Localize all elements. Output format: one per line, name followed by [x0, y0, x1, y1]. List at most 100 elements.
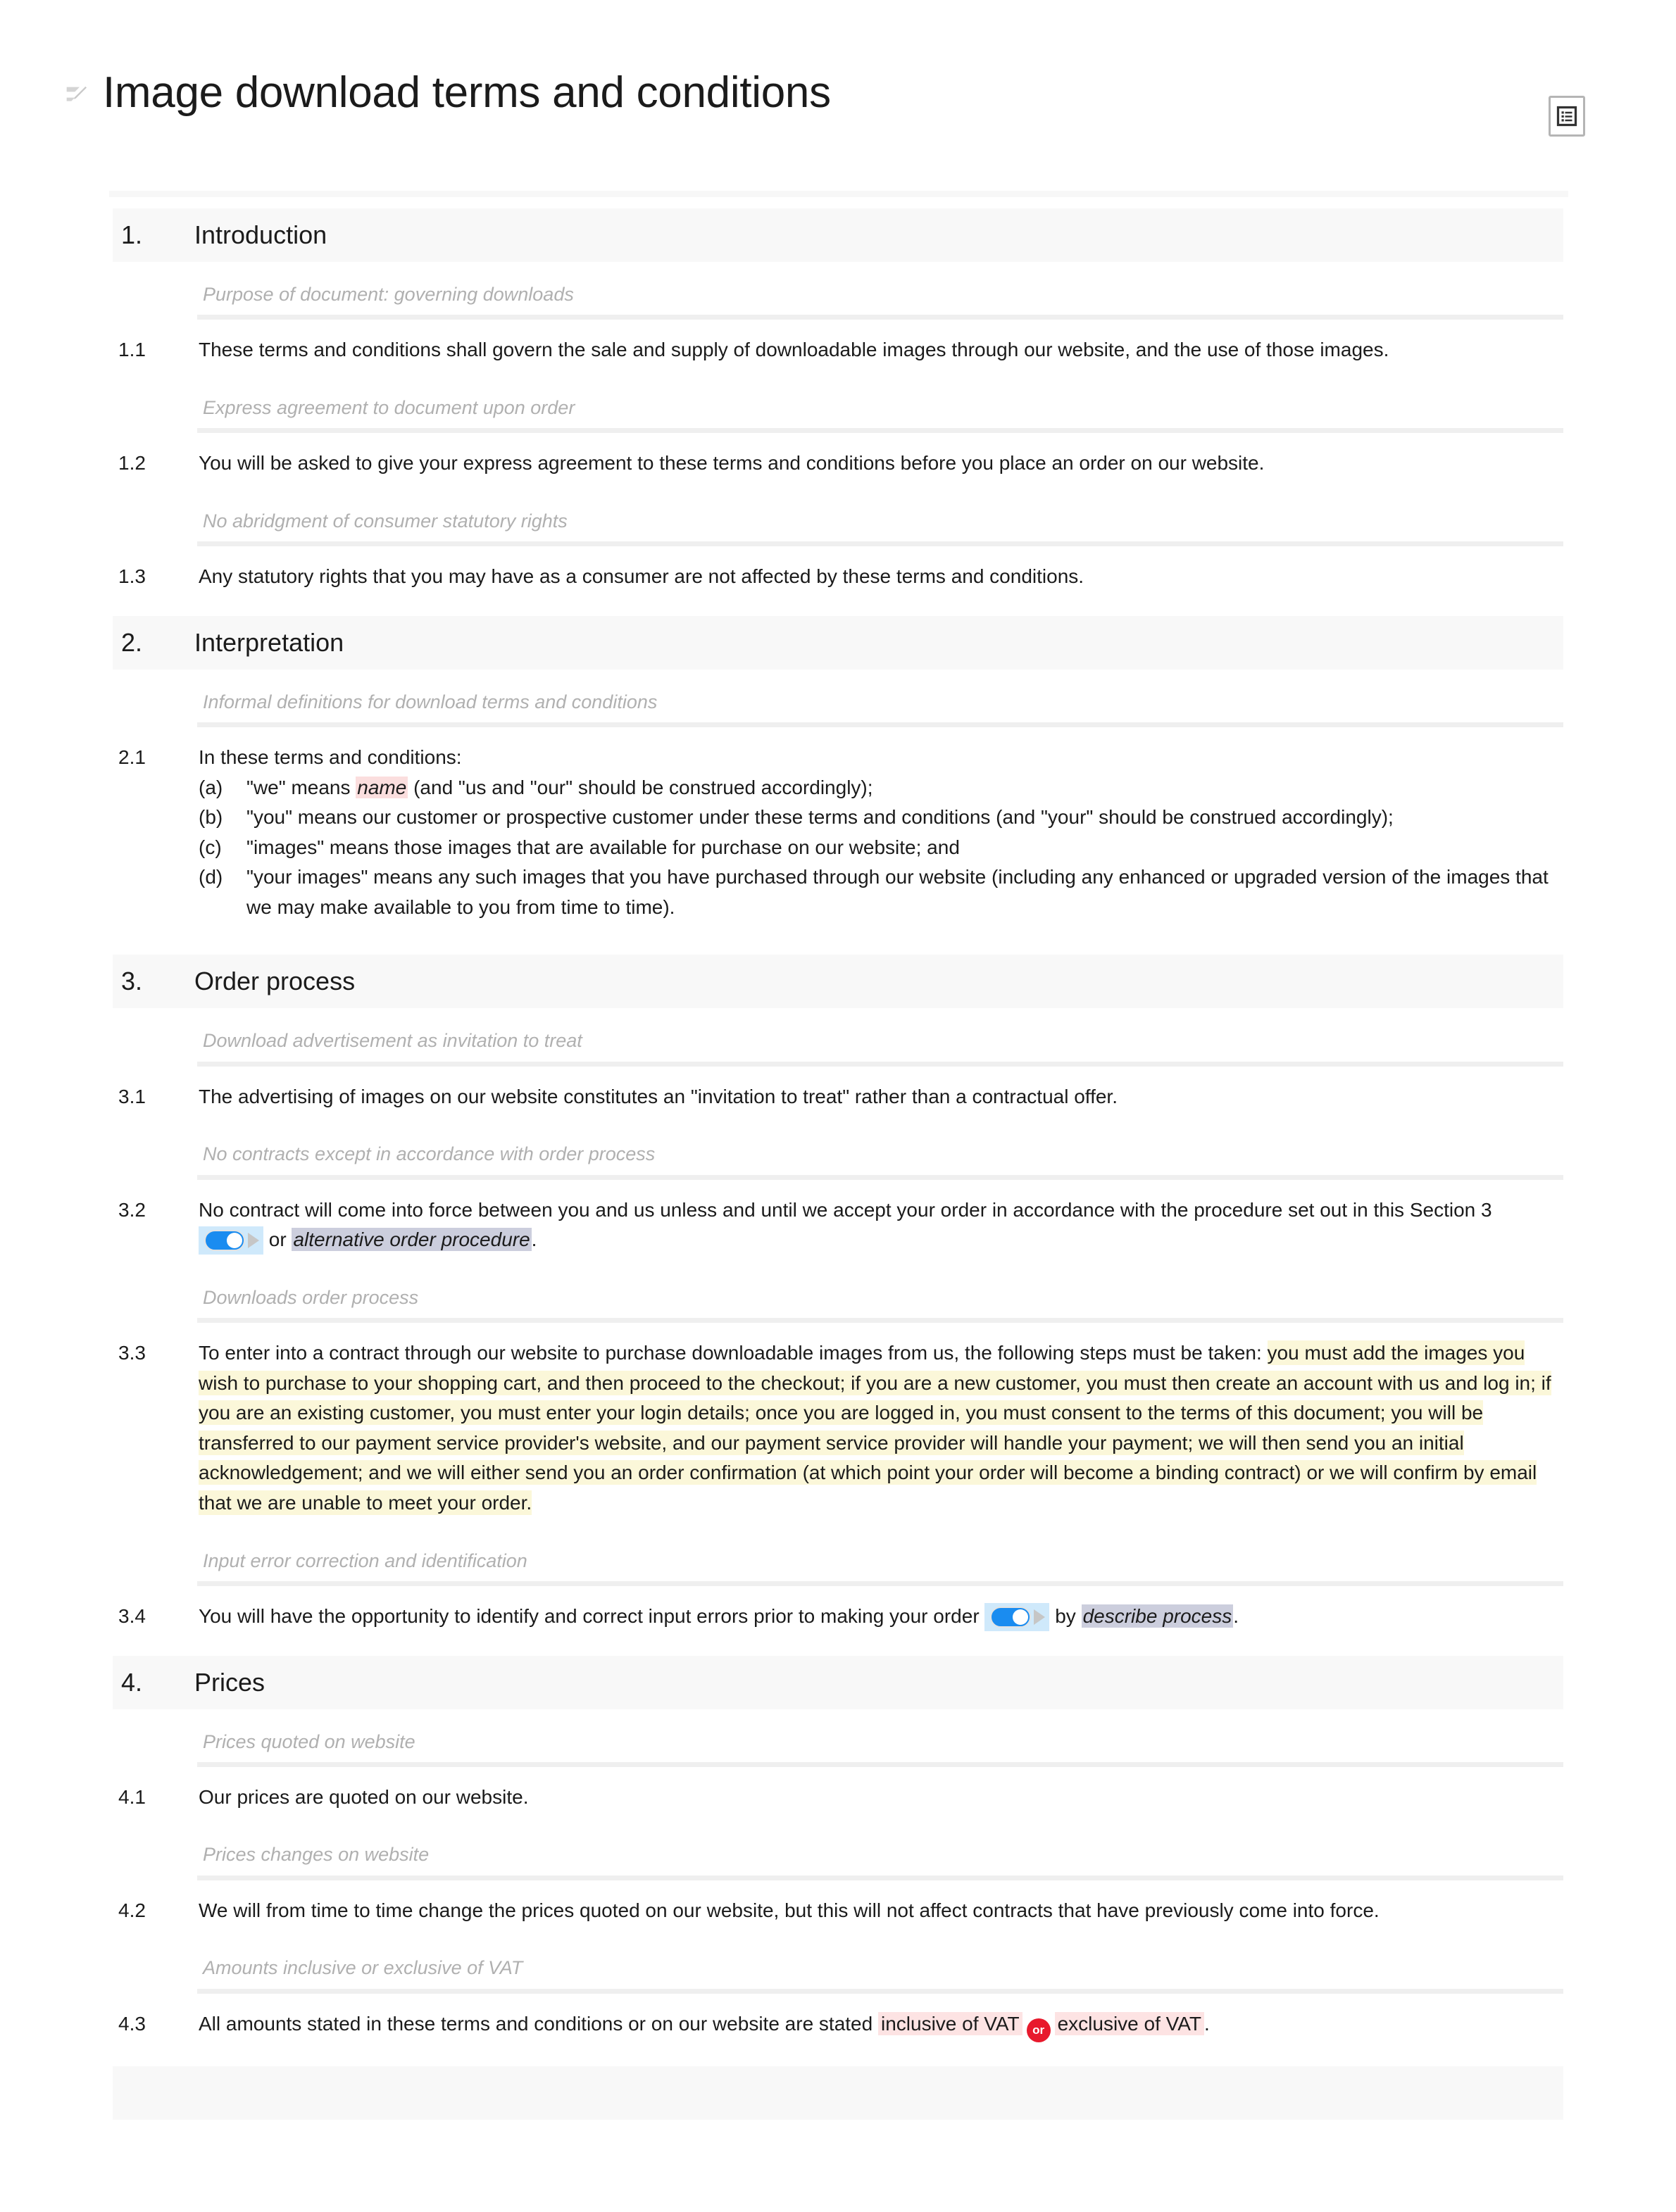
clause-number: 4.3 [118, 2012, 146, 2035]
section-title: Order process [194, 967, 356, 996]
section-title: Prices [194, 1667, 265, 1697]
clause-number: 2.1 [118, 746, 146, 769]
clause-number: 3.1 [118, 1085, 146, 1107]
clause-divider [197, 1174, 1563, 1180]
clause-1-2: 1.2 You will be asked to give your expre… [113, 433, 1563, 479]
toggle-knob [1013, 1609, 1029, 1625]
clause-guidance: No abridgment of consumer statutory righ… [203, 510, 568, 532]
list-item: (b) "you" means our customer or prospect… [199, 803, 1558, 833]
clause-text: You will have the opportunity to identif… [199, 1602, 1558, 1632]
definition-prefix: "we" means [246, 776, 356, 798]
clause-text: To enter into a contract through our web… [199, 1338, 1558, 1518]
clause-number: 3.3 [118, 1342, 146, 1364]
clause-divider [197, 1875, 1563, 1880]
clause-prefix: All amounts stated in these terms and co… [199, 2012, 878, 2035]
clause-number: 3.2 [118, 1198, 146, 1221]
section-header-introduction: 1. Introduction [113, 208, 1563, 262]
clause-2-1: 2.1 In these terms and conditions: (a) "… [113, 727, 1563, 922]
list-letter: (c) [199, 836, 222, 858]
section-header-interpretation: 2. Interpretation [113, 615, 1563, 670]
list-item: (c) "images" means those images that are… [199, 833, 1558, 863]
clause-3-1: 3.1 The advertising of images on our web… [113, 1067, 1563, 1112]
input-error-toggle[interactable] [984, 1602, 1050, 1631]
definition-you: "you" means our customer or prospective … [246, 806, 1394, 829]
clause-number: 3.4 [118, 1604, 146, 1627]
clause-guidance: Input error correction and identificatio… [203, 1550, 527, 1571]
section-header-next-partial [113, 2066, 1563, 2120]
clause-guidance: Purpose of document: governing downloads [203, 284, 574, 305]
alternative-order-procedure-field[interactable]: alternative order procedure [292, 1228, 532, 1252]
or-badge[interactable]: or [1026, 2018, 1051, 2042]
toggle-knob [227, 1233, 242, 1249]
clause-3-4: 3.4 You will have the opportunity to ide… [113, 1586, 1563, 1632]
clause-divider [197, 428, 1563, 434]
clause-suffix: . [1203, 2012, 1210, 2035]
clause-1-3: 1.3 Any statutory rights that you may ha… [113, 546, 1563, 592]
toggle-switch-on[interactable] [990, 1606, 1032, 1628]
clause-divider [197, 722, 1563, 728]
clause-text: These terms and conditions shall govern … [199, 339, 1389, 361]
section-title: Introduction [194, 220, 327, 249]
section-number: 4. [121, 1667, 143, 1697]
toggle-switch-on[interactable] [204, 1230, 245, 1252]
clause-3-2: 3.2 No contract will come into force bet… [113, 1180, 1563, 1255]
clause-number: 4.2 [118, 1899, 146, 1921]
order-procedure-toggle[interactable] [199, 1226, 263, 1255]
section-title: Interpretation [194, 627, 344, 657]
clause-guidance: Downloads order process [203, 1286, 419, 1308]
clause-divider [197, 1761, 1563, 1767]
page-title: Image download terms and conditions [103, 68, 831, 118]
clause-lead: To enter into a contract through our web… [199, 1342, 1262, 1364]
clause-number: 1.1 [118, 339, 146, 361]
clause-4-1: 4.1 Our prices are quoted on our website… [113, 1767, 1563, 1813]
definitions-list: (a) "we" means name (and "us and "our" s… [199, 773, 1558, 923]
clause-guidance: Prices quoted on website [203, 1730, 415, 1752]
clause-divider [197, 1318, 1563, 1324]
definition-suffix: (and "us and "our" should be construed a… [408, 776, 873, 798]
clause-number: 1.2 [118, 452, 146, 475]
pencil-edit-icon[interactable] [62, 82, 90, 111]
clause-guidance: Amounts inclusive or exclusive of VAT [203, 1957, 523, 1979]
clause-1-1: 1.1 These terms and conditions shall gov… [113, 320, 1563, 365]
clause-suffix: . [1233, 1604, 1239, 1627]
describe-process-field[interactable]: describe process [1081, 1604, 1234, 1628]
clause-divider [197, 1581, 1563, 1586]
clause-lead: In these terms and conditions: [199, 746, 462, 769]
title-divider [109, 191, 1568, 197]
clause-number: 4.1 [118, 1785, 146, 1808]
chevron-right-icon[interactable] [248, 1233, 259, 1249]
clause-conjunction: or [263, 1228, 292, 1251]
clause-prefix: No contract will come into force between… [199, 1198, 1492, 1221]
clause-text: Any statutory rights that you may have a… [199, 565, 1084, 588]
clause-text: Our prices are quoted on our website. [199, 1785, 529, 1808]
clause-conjunction: by [1049, 1604, 1082, 1627]
definition-images: "images" means those images that are ava… [246, 836, 960, 858]
clause-guidance: No contracts except in accordance with o… [203, 1143, 656, 1165]
order-steps-highlight[interactable]: you must add the images you wish to purc… [199, 1340, 1551, 1516]
section-header-order-process: 3. Order process [113, 955, 1563, 1009]
clause-text: The advertising of images on our website… [199, 1085, 1118, 1107]
clause-text: In these terms and conditions: (a) "we" … [199, 743, 1558, 922]
vat-option-inclusive[interactable]: inclusive of VAT [877, 2011, 1023, 2035]
definition-your-images: "your images" means any such images that… [246, 866, 1549, 918]
vat-option-exclusive[interactable]: exclusive of VAT [1054, 2011, 1204, 2035]
clause-4-3: 4.3 All amounts stated in these terms an… [113, 1994, 1563, 2042]
clause-text: All amounts stated in these terms and co… [199, 2009, 1558, 2042]
clause-4-2: 4.2 We will from time to time change the… [113, 1880, 1563, 1926]
clause-text: No contract will come into force between… [199, 1195, 1558, 1255]
clause-guidance: Prices changes on website [203, 1844, 430, 1866]
clause-guidance: Informal definitions for download terms … [203, 691, 658, 712]
section-number: 2. [121, 627, 143, 657]
clause-number: 1.3 [118, 565, 146, 588]
clause-divider [197, 315, 1563, 320]
clause-suffix: . [531, 1228, 537, 1251]
variable-name-field[interactable]: name [356, 776, 408, 798]
chevron-right-icon[interactable] [1034, 1609, 1046, 1625]
section-header-prices: 4. Prices [113, 1655, 1563, 1709]
clause-guidance: Download advertisement as invitation to … [203, 1030, 582, 1052]
table-of-contents-icon[interactable] [1549, 96, 1585, 137]
clause-divider [197, 1061, 1563, 1067]
list-item: (d) "your images" means any such images … [199, 862, 1558, 922]
clause-3-3: 3.3 To enter into a contract through our… [113, 1323, 1563, 1518]
document-header: Image download terms and conditions [0, 0, 1676, 118]
